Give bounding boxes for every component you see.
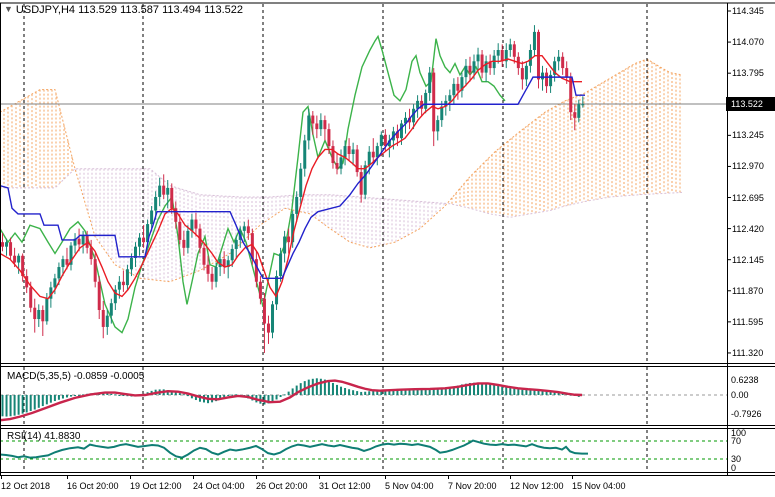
date-axis-label: 26 Oct 20:00: [256, 481, 308, 491]
date-axis-label: 19 Oct 12:00: [130, 481, 182, 491]
date-axis-label: 24 Oct 04:00: [193, 481, 245, 491]
price-axis-label: 112.420: [732, 224, 764, 234]
macd-axis-label: 0.00: [731, 390, 749, 400]
tenkan-sen-line: [0, 56, 582, 299]
macd-indicator-label: MACD(5,35,5) -0.0859 -0.0005: [7, 371, 144, 382]
date-axis-label: 5 Nov 04:00: [385, 481, 434, 491]
rsi-panel: [0, 441, 727, 459]
symbol-ohlc-text: USDJPY,H4 113.529 113.587 113.494 113.52…: [16, 4, 243, 16]
price-axis-label: 111.870: [732, 286, 763, 296]
chevron-down-icon[interactable]: ▼: [4, 4, 13, 14]
macd-panel: [0, 378, 727, 420]
price-axis-label: 114.070: [732, 37, 764, 47]
trading-chart-window: ▼USDJPY,H4 113.529 113.587 113.494 113.5…: [0, 0, 775, 497]
price-axis-label: 113.245: [732, 130, 764, 140]
date-axis-label: 31 Oct 12:00: [319, 481, 371, 491]
axis-ticks: [2, 11, 732, 479]
price-axis-label: 112.145: [732, 255, 764, 265]
rsi-indicator-label: RSI(14) 41.8830: [7, 431, 80, 442]
current-price-tag: 113.522: [726, 97, 775, 111]
date-axis-label: 12 Nov 12:00: [510, 481, 564, 491]
date-axis-label: 15 Nov 04:00: [572, 481, 626, 491]
macd-axis-label: -0.7926: [731, 409, 762, 419]
date-axis-label: 7 Nov 20:00: [448, 481, 497, 491]
date-axis-label: 16 Oct 20:00: [67, 481, 119, 491]
date-axis-label: 12 Oct 2018: [1, 481, 50, 491]
chart-plot-area[interactable]: [0, 0, 775, 497]
rsi-axis-label: 0: [731, 463, 736, 473]
rsi-axis-label: 70: [731, 436, 741, 446]
price-axis-label: 112.970: [732, 161, 764, 171]
price-axis-label: 111.595: [732, 317, 763, 327]
price-axis-label: 111.320: [732, 348, 763, 358]
macd-axis-label: 0.6238: [731, 375, 759, 385]
price-axis-label: 113.795: [732, 68, 764, 78]
price-axis-label: 112.695: [732, 193, 764, 203]
chart-symbol-ohlc: ▼USDJPY,H4 113.529 113.587 113.494 113.5…: [4, 4, 243, 16]
price-axis-label: 114.345: [732, 6, 764, 16]
